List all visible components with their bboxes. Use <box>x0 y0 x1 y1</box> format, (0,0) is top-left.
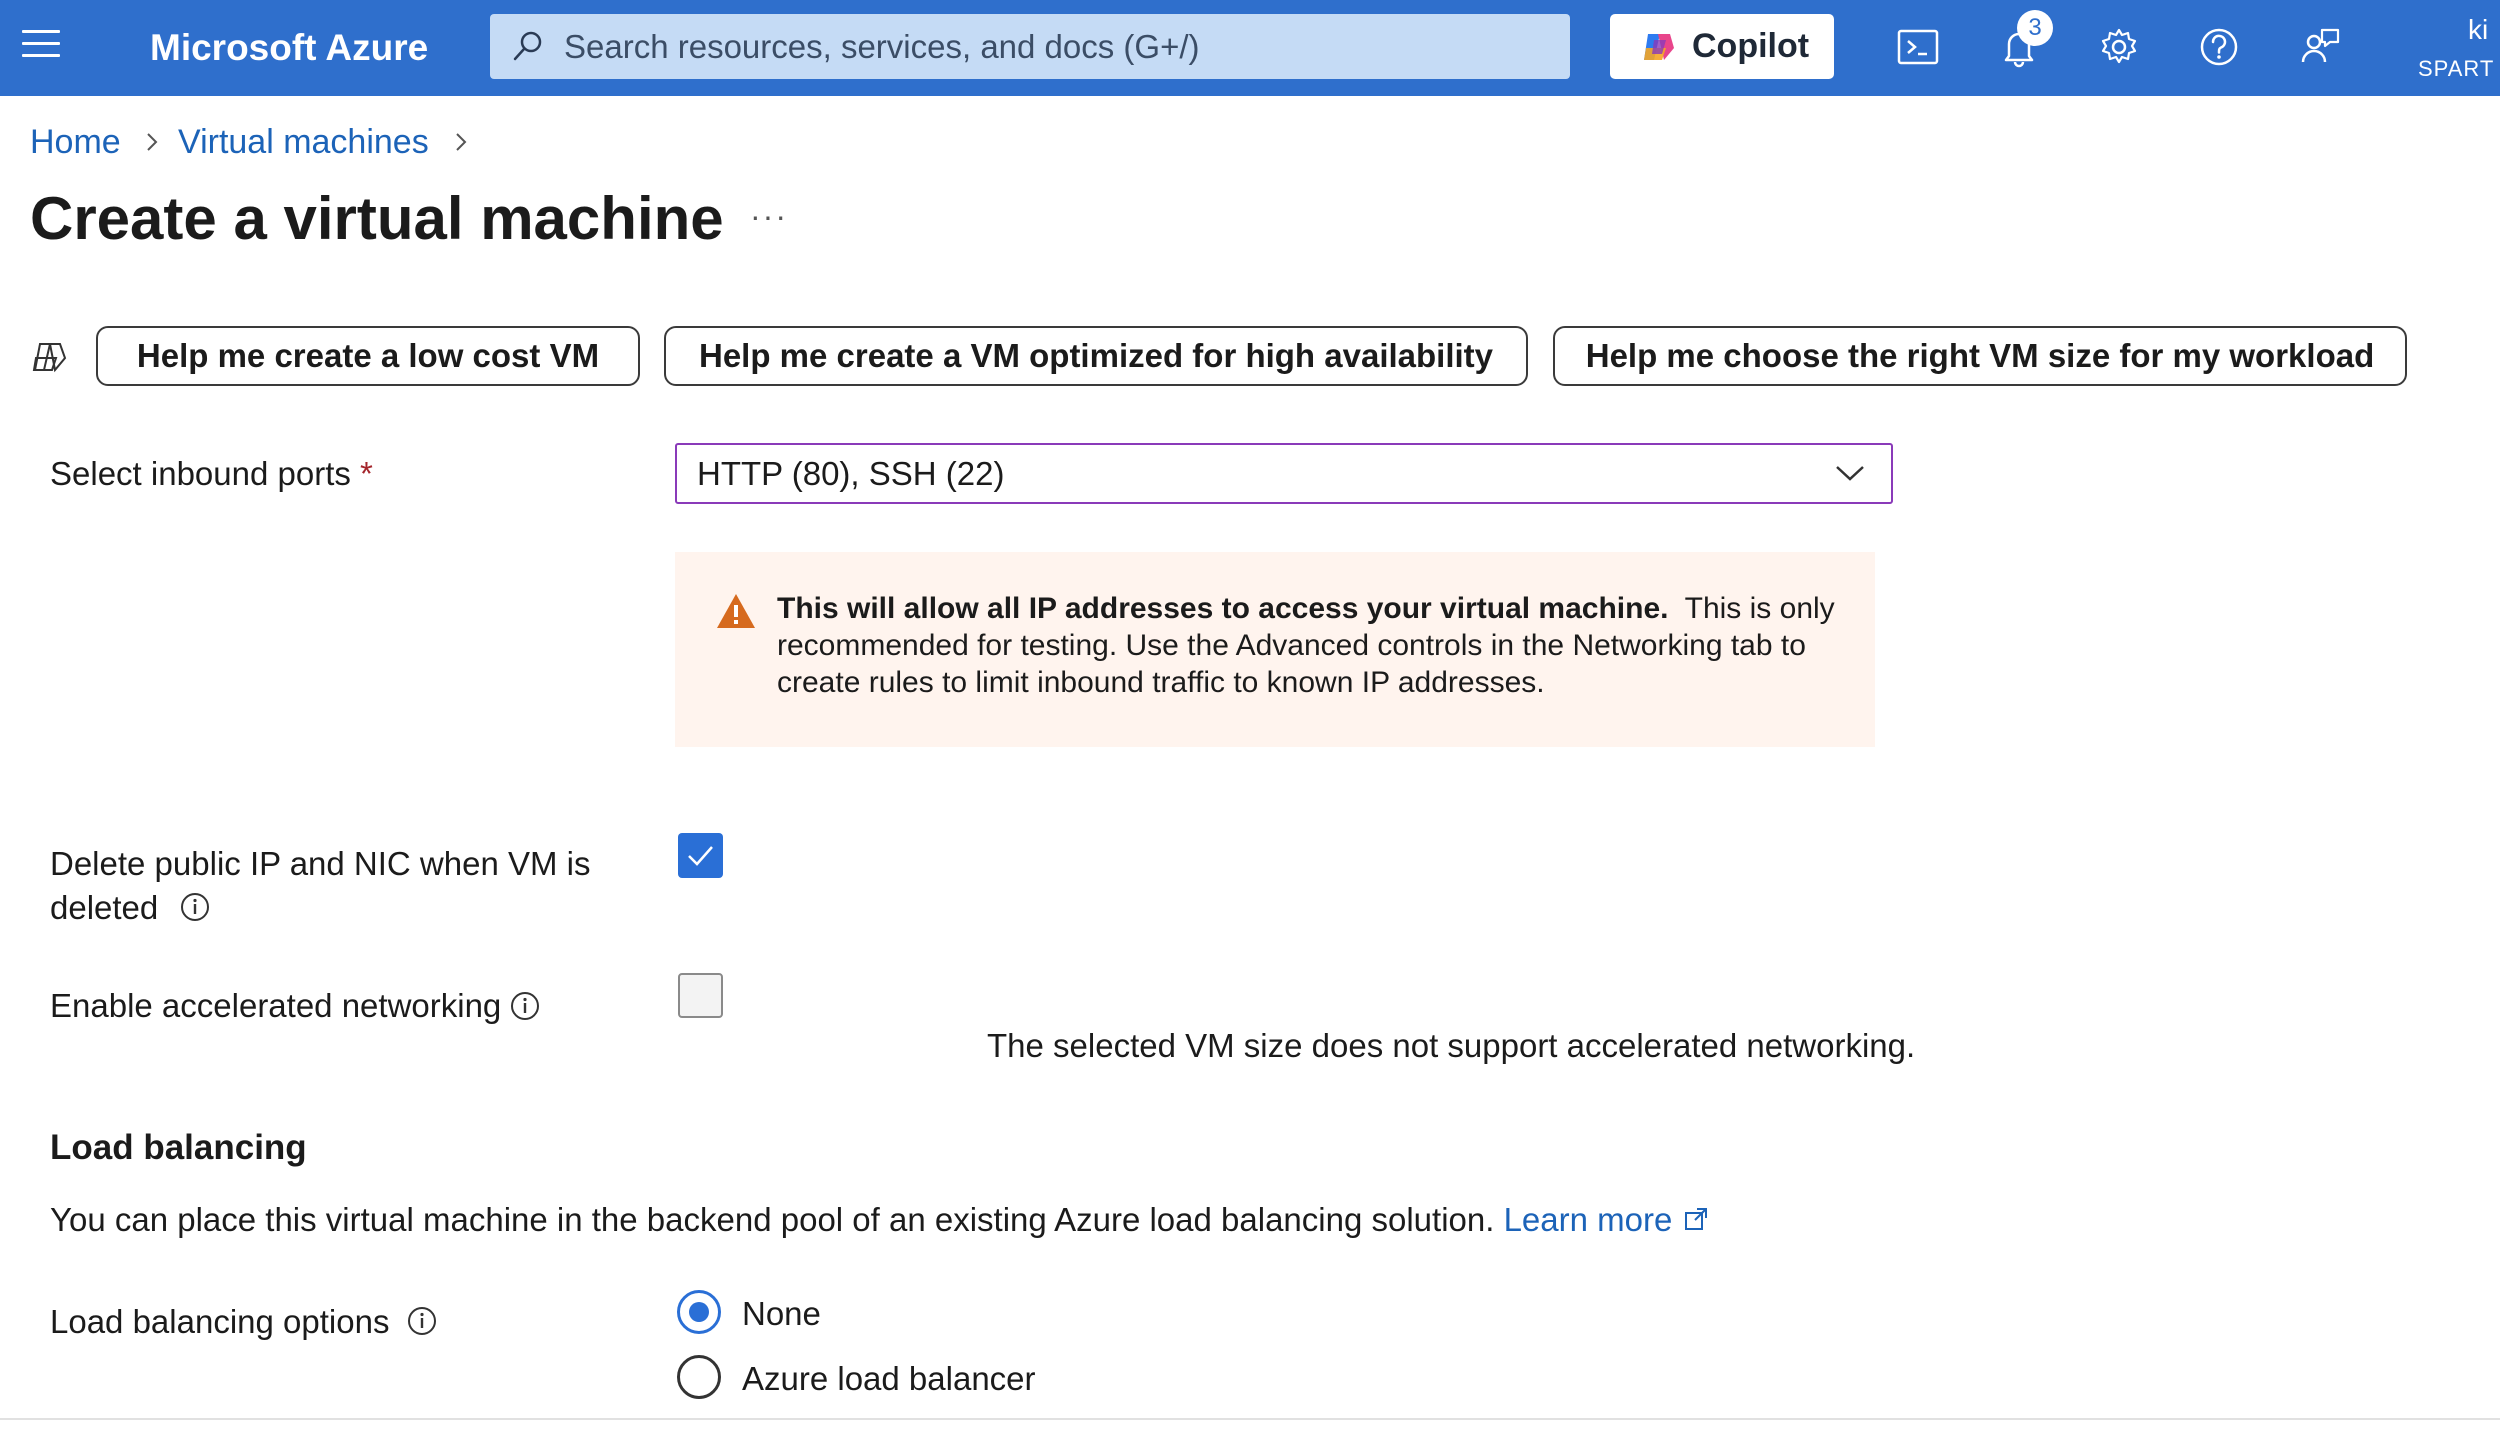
external-link-icon[interactable] <box>1682 1200 1710 1244</box>
delete-public-ip-label: Delete public IP and NIC when VM is <box>50 845 591 882</box>
viewport-bottom-edge <box>0 1418 2500 1440</box>
info-icon[interactable] <box>407 1306 437 1336</box>
inbound-ports-label-text: Select inbound ports <box>50 455 351 492</box>
accelerated-networking-checkbox[interactable] <box>678 973 723 1018</box>
search-placeholder: Search resources, services, and docs (G+… <box>564 28 1200 65</box>
inbound-ports-label: Select inbound ports * <box>50 452 373 496</box>
required-asterisk: * <box>360 455 373 492</box>
copilot-button[interactable]: Copilot <box>1610 14 1834 79</box>
delete-public-ip-label-line2: deleted <box>50 889 159 926</box>
load-balancing-options-label: Load balancing options <box>50 1303 390 1340</box>
notification-badge: 3 <box>2017 10 2053 46</box>
breadcrumb-virtual-machines[interactable]: Virtual machines <box>178 122 429 162</box>
cloud-shell-icon[interactable] <box>1893 22 1943 72</box>
radio-azure-load-balancer[interactable] <box>677 1355 721 1399</box>
load-balancing-heading: Load balancing <box>50 1128 307 1167</box>
info-icon[interactable] <box>180 892 210 922</box>
prompt-high-availability-vm[interactable]: Help me create a VM optimized for high a… <box>664 326 1528 386</box>
top-bar: Microsoft Azure Search resources, servic… <box>0 0 2500 96</box>
chevron-down-icon <box>1833 459 1867 487</box>
help-icon[interactable] <box>2194 22 2244 72</box>
load-balancing-description-text: You can place this virtual machine in th… <box>50 1201 1495 1238</box>
warning-banner: This will allow all IP addresses to acce… <box>675 552 1875 747</box>
radio-selected-dot <box>689 1302 709 1322</box>
copilot-outline-icon <box>30 338 70 378</box>
feedback-icon[interactable] <box>2294 22 2344 72</box>
page-title: Create a virtual machine <box>30 185 724 252</box>
user-initials[interactable]: ki <box>2468 14 2500 46</box>
brand-logo[interactable]: Microsoft Azure <box>150 20 428 76</box>
warning-icon <box>715 592 757 630</box>
user-org[interactable]: SPART <box>2418 56 2494 82</box>
breadcrumb-home[interactable]: Home <box>30 122 121 162</box>
more-options-button[interactable]: ··· <box>750 198 788 235</box>
gear-icon[interactable] <box>2094 22 2144 72</box>
radio-none-label[interactable]: None <box>742 1292 821 1336</box>
radio-azure-load-balancer-label[interactable]: Azure load balancer <box>742 1357 1036 1401</box>
load-balancing-description: You can place this virtual machine in th… <box>50 1198 1710 1244</box>
delete-public-ip-checkbox[interactable] <box>678 833 723 878</box>
accelerated-networking-note: The selected VM size does not support ac… <box>987 1027 1916 1064</box>
chevron-right-icon <box>449 126 473 158</box>
accelerated-networking-label: Enable accelerated networking <box>50 987 502 1024</box>
warning-text: This will allow all IP addresses to acce… <box>777 590 1857 701</box>
radio-none[interactable] <box>677 1290 721 1334</box>
copilot-icon <box>1640 30 1678 64</box>
learn-more-link[interactable]: Learn more <box>1504 1201 1673 1238</box>
inbound-ports-dropdown[interactable]: HTTP (80), SSH (22) <box>675 443 1893 504</box>
search-icon <box>510 28 546 64</box>
search-input[interactable]: Search resources, services, and docs (G+… <box>490 14 1570 79</box>
chevron-right-icon <box>140 126 164 158</box>
warning-bold-text: This will allow all IP addresses to acce… <box>777 592 1669 625</box>
menu-icon[interactable] <box>22 30 60 66</box>
prompt-low-cost-vm[interactable]: Help me create a low cost VM <box>96 326 640 386</box>
info-icon[interactable] <box>510 991 540 1021</box>
prompt-vm-size[interactable]: Help me choose the right VM size for my … <box>1553 326 2407 386</box>
inbound-ports-value: HTTP (80), SSH (22) <box>697 455 1005 492</box>
copilot-label: Copilot <box>1692 27 1810 65</box>
